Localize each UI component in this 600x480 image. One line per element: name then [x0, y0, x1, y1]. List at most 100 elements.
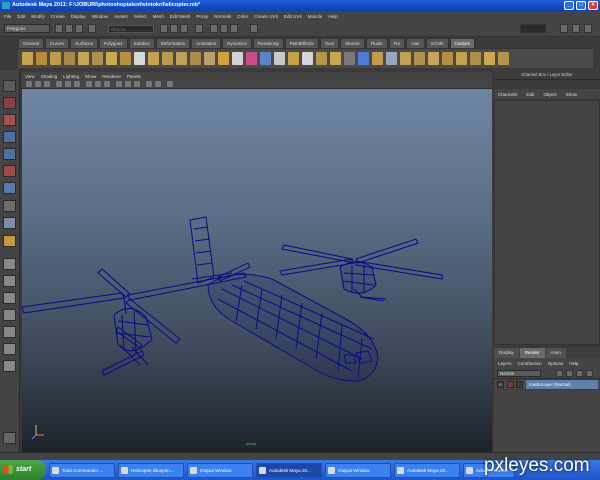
shelf-sphere-icon[interactable] [344, 52, 355, 65]
tab-polygons[interactable]: Polygons [99, 38, 128, 48]
show-manipulator-icon[interactable] [3, 217, 16, 229]
shelf-fit-icon[interactable] [274, 52, 285, 65]
shelf-poly-tool-icon[interactable] [176, 52, 187, 65]
shelf-poly-tool-icon[interactable] [330, 52, 341, 65]
select-tool-icon[interactable] [3, 80, 16, 92]
smooth-shade-icon[interactable] [95, 81, 101, 87]
tab-anim-layers[interactable]: Anim [545, 348, 566, 358]
menu-edit-mesh[interactable]: Edit Mesh [170, 14, 190, 19]
menu-edit-uvs[interactable]: Edit UVs [284, 14, 302, 19]
camera-attributes-icon[interactable] [26, 81, 32, 87]
taskbar-item-maya[interactable]: Autodesk Maya 20... [256, 462, 322, 478]
menu-set-dropdown[interactable]: Polygons [4, 24, 50, 33]
open-scene-icon[interactable] [65, 24, 73, 33]
tab-display-layers[interactable]: Display [494, 348, 519, 358]
panel-menu-view[interactable]: View [25, 74, 35, 79]
render-settings-icon[interactable] [230, 24, 238, 33]
tab-ncloth[interactable]: nCloth [425, 38, 449, 48]
layout-four-pane-icon[interactable] [3, 275, 16, 287]
menu-normals[interactable]: Normals [214, 14, 231, 19]
menu-help[interactable]: Help [328, 14, 337, 19]
menu-create[interactable]: Create [51, 14, 65, 19]
scale-tool-icon[interactable] [3, 165, 16, 177]
taskbar-item-output-window[interactable]: Output Window [187, 462, 253, 478]
menu-modify[interactable]: Modify [31, 14, 45, 19]
shelf-poly-tool-icon[interactable] [288, 52, 299, 65]
layer-menu-help[interactable]: Help [569, 361, 578, 366]
image-plane-icon[interactable] [44, 81, 50, 87]
shelf-poly-tool-icon[interactable] [22, 52, 33, 65]
shelf-cut-icon[interactable] [134, 52, 145, 65]
shelf-poly-tool-icon[interactable] [78, 52, 89, 65]
snap-grid-icon[interactable] [160, 24, 168, 33]
shelf-poly-tool-icon[interactable] [218, 52, 229, 65]
panel-menu-panels[interactable]: Panels [127, 74, 141, 79]
high-quality-icon[interactable] [167, 81, 173, 87]
new-layer-icon[interactable] [576, 370, 583, 377]
shelf-poly-tool-icon[interactable] [456, 52, 467, 65]
taskbar-item-maya-2[interactable]: Autodesk Maya 20... [394, 462, 460, 478]
menu-display[interactable]: Display [71, 14, 86, 19]
rotate-tool-icon[interactable] [3, 148, 16, 160]
select-by-hierarchy-icon[interactable] [88, 24, 96, 33]
ipr-render-icon[interactable] [220, 24, 228, 33]
shelf-poly-tool-icon[interactable] [64, 52, 75, 65]
panel-menu-show[interactable]: Show [85, 74, 96, 79]
layout-outliner-icon[interactable] [3, 309, 16, 321]
layer-attributes-icon[interactable] [516, 381, 523, 388]
tab-subdivs[interactable]: Subdivs [128, 38, 155, 48]
channel-menu-show[interactable]: Show [566, 92, 578, 97]
film-gate-icon[interactable] [65, 81, 71, 87]
xray-icon[interactable] [146, 81, 152, 87]
resolution-gate-icon[interactable] [74, 81, 80, 87]
layer-menu-layers[interactable]: Layers [498, 361, 512, 366]
command-field[interactable] [520, 24, 546, 33]
last-tool-icon[interactable] [3, 235, 16, 247]
tab-hair[interactable]: Hair [406, 38, 425, 48]
shelf-poly-tool-icon[interactable] [120, 52, 131, 65]
taskbar-item-total-commander[interactable]: Total Commander ... [49, 462, 115, 478]
layer-menu-options[interactable]: Options [548, 361, 564, 366]
soft-mod-tool-icon[interactable] [3, 200, 16, 212]
bookmark-icon[interactable] [35, 81, 41, 87]
panel-menu-lighting[interactable]: Lighting [63, 74, 79, 79]
script-editor-icon[interactable] [3, 432, 16, 444]
channel-box-body[interactable] [494, 100, 600, 345]
move-tool-icon[interactable] [3, 131, 16, 143]
lasso-tool-icon[interactable] [3, 97, 16, 109]
shelf-key-icon[interactable] [302, 52, 313, 65]
tab-render-layers[interactable]: Render [519, 348, 545, 358]
layout-two-pane-icon[interactable] [3, 292, 16, 304]
layer-row[interactable]: R masterLayer (Normal) [494, 380, 600, 389]
shelf-poly-tool-icon[interactable] [92, 52, 103, 65]
shelf-sphere-icon[interactable] [260, 52, 271, 65]
paint-select-tool-icon[interactable] [3, 114, 16, 126]
grid-toggle-icon[interactable] [56, 81, 62, 87]
shelf-poly-tool-icon[interactable] [106, 52, 117, 65]
start-button[interactable]: start [0, 460, 46, 480]
layer-render-icon[interactable] [556, 370, 563, 377]
shelf-paint-icon[interactable] [246, 52, 257, 65]
tab-general[interactable]: General [18, 38, 45, 48]
isolate-select-icon[interactable] [155, 81, 161, 87]
menu-edit[interactable]: Edit [17, 14, 25, 19]
taskbar-item-output-window-2[interactable]: Output Window [325, 462, 391, 478]
layer-settings-icon[interactable] [566, 370, 573, 377]
wireframe-icon[interactable] [86, 81, 92, 87]
shelf-poly-tool-icon[interactable] [36, 52, 47, 65]
perspective-viewport[interactable]: persp [22, 89, 492, 452]
shelf-poly-tool-icon[interactable] [470, 52, 481, 65]
tab-animation[interactable]: Animation [191, 38, 222, 48]
shelf-poly-tool-icon[interactable] [204, 52, 215, 65]
tab-dynamics[interactable]: Dynamics [222, 38, 252, 48]
snap-curve-icon[interactable] [170, 24, 178, 33]
new-layer-selected-icon[interactable] [586, 370, 593, 377]
layer-name[interactable]: masterLayer (Normal) [526, 380, 598, 389]
shelf-poly-sphere-icon[interactable] [358, 52, 369, 65]
shelf-poly-tool-icon[interactable] [148, 52, 159, 65]
close-button[interactable]: × [588, 1, 598, 10]
tab-paint-effects[interactable]: PaintEffects [284, 38, 319, 48]
tab-toon[interactable]: Toon [319, 38, 340, 48]
shelf-poly-tool-icon[interactable] [316, 52, 327, 65]
new-scene-icon[interactable] [55, 24, 63, 33]
